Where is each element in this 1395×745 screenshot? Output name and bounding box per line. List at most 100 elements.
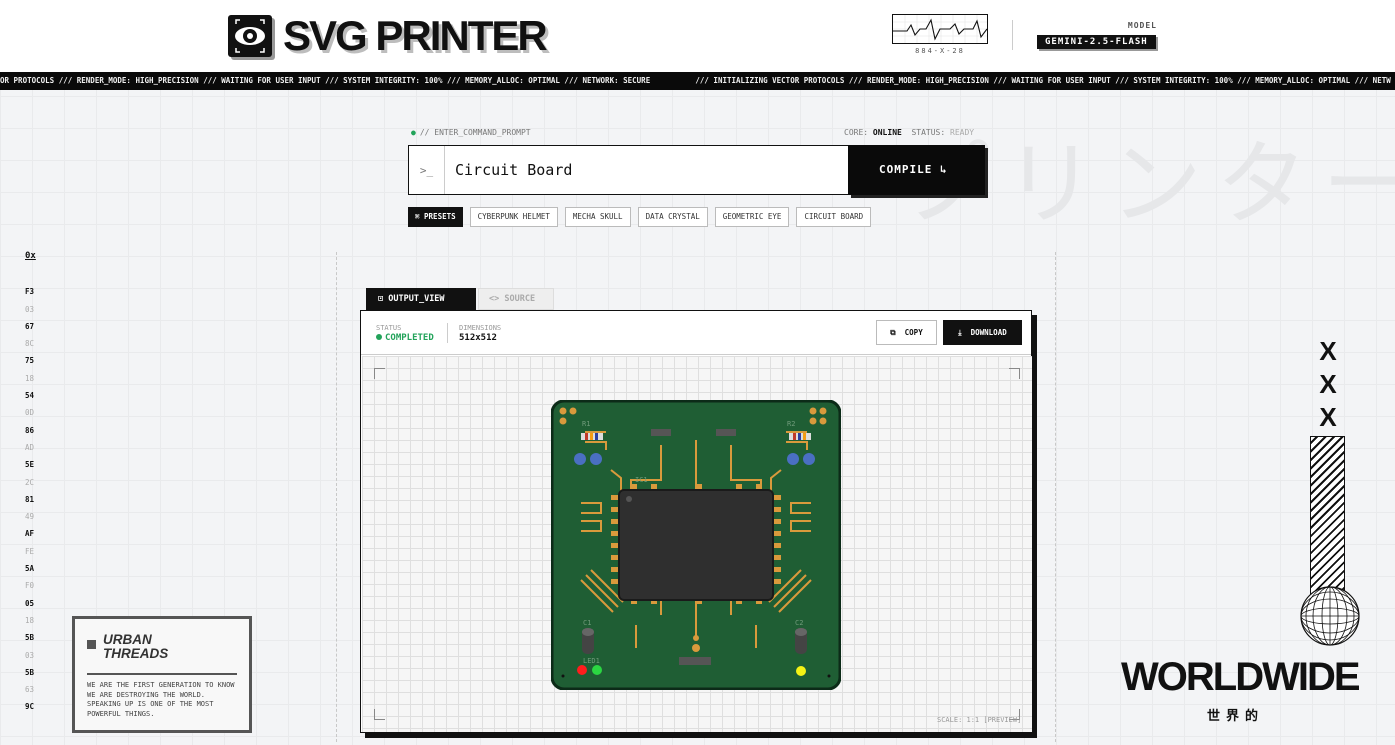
hex-value: 03 <box>25 650 35 660</box>
hex-value: 05 <box>25 598 35 608</box>
app-title: SVG PRINTER <box>283 12 548 59</box>
urban-title-text: URBAN THREADS <box>103 633 168 661</box>
download-button[interactable]: ⤓ DOWNLOAD <box>943 320 1022 345</box>
app-header: SVG PRINTER 884-X-28 MODEL GEMINI-2.5-FL… <box>0 0 1395 72</box>
svg-preview-canvas: R1 R2 IC1 C1 C2 LED1 SCALE: 1:1 [PREVIEW… <box>362 356 1032 732</box>
circuit-board-image: R1 R2 IC1 C1 C2 LED1 <box>550 399 842 694</box>
model-label: MODEL <box>1127 21 1157 30</box>
hex-value: 67 <box>25 321 35 331</box>
status-meta-label: STATUS <box>376 324 402 332</box>
image-icon: ⊡ <box>378 294 384 304</box>
hex-value: AF <box>25 529 35 539</box>
eye-icon <box>228 15 272 57</box>
x-mark: X <box>1319 336 1337 366</box>
core-value: ONLINE <box>872 128 902 137</box>
hex-value: 5B <box>25 667 35 677</box>
command-input-box: >_ Circuit Board <box>408 145 850 195</box>
frame-corner <box>374 368 385 379</box>
copy-label: COPY <box>904 328 923 337</box>
urban-title-line2: THREADS <box>103 646 169 661</box>
hex-value: 2C <box>25 477 35 487</box>
model-selector[interactable]: GEMINI-2.5-FLASH <box>1037 35 1156 49</box>
hex-value: 5A <box>25 564 35 574</box>
wireframe-globe-icon <box>1298 586 1362 652</box>
hex-value: 0D <box>25 408 35 418</box>
hex-value: 5B <box>25 633 35 643</box>
preset-mecha-skull[interactable]: MECHA SKULL <box>564 207 631 227</box>
x-mark: X <box>1319 402 1337 432</box>
tab-source-label: SOURCE <box>504 294 536 304</box>
hex-value: AD <box>25 442 35 452</box>
frame-corner <box>1009 368 1020 379</box>
worldwide-text: WORLDWIDE <box>1121 655 1361 699</box>
urban-threads-card: URBAN THREADS WE ARE THE FIRST GENERATIO… <box>72 616 252 733</box>
guide-line-left <box>336 252 337 742</box>
download-icon: ⤓ <box>958 328 962 337</box>
tab-output-view[interactable]: ⊡ OUTPUT_VIEW <box>366 288 476 310</box>
output-toolbar: STATUS COMPLETED DIMENSIONS 512x512 ⧉ CO… <box>361 311 1031 355</box>
square-icon <box>87 640 96 649</box>
command-input[interactable]: Circuit Board <box>455 161 572 179</box>
pcb-label-r2: R2 <box>787 420 795 428</box>
frame-corner <box>374 709 385 720</box>
hex-value: 8C <box>25 339 35 349</box>
ticker-lead: OR PROTOCOLS /// RENDER_MODE: HIGH_PRECI… <box>0 76 651 85</box>
hex-value: 86 <box>25 425 35 435</box>
waveform-code: 884-X-28 <box>915 47 965 55</box>
header-divider <box>1012 20 1013 50</box>
status-meta-value: COMPLETED <box>376 333 434 343</box>
hex-value: 18 <box>25 615 35 625</box>
scale-indicator: SCALE: 1:1 [PREVIEW] <box>937 716 1022 724</box>
hex-value: 54 <box>25 391 35 401</box>
compile-button[interactable]: COMPILE ↳ <box>848 145 985 195</box>
status-label: STATUS: <box>911 128 946 137</box>
hex-value: F0 <box>25 581 35 591</box>
command-label: ●// ENTER_COMMAND_PROMPT <box>411 128 531 137</box>
pcb-label-ic1: IC1 <box>635 476 648 484</box>
hex-value: 49 <box>25 512 35 522</box>
dimensions-value: 512x512 <box>459 333 497 343</box>
urban-divider <box>87 673 237 675</box>
hatched-bar <box>1310 436 1345 596</box>
urban-title: URBAN THREADS <box>87 633 237 661</box>
status-ticker: OR PROTOCOLS /// RENDER_MODE: HIGH_PRECI… <box>0 72 1395 90</box>
core-status: CORE: ONLINE STATUS: READY <box>844 128 974 137</box>
urban-title-line1: URBAN <box>103 632 152 647</box>
meta-divider <box>447 323 448 343</box>
status-value: READY <box>950 128 975 137</box>
hex-value: 81 <box>25 494 35 504</box>
hex-value: 9C <box>25 702 35 712</box>
tab-source[interactable]: <> SOURCE <box>478 288 554 310</box>
hex-header: 0x <box>25 251 36 261</box>
pcb-label-c1: C1 <box>583 619 591 627</box>
presets-label: ⌘ PRESETS <box>408 207 463 227</box>
pcb-label-c2: C2 <box>795 619 803 627</box>
status-dot-icon: ● <box>411 128 416 137</box>
hex-value: 63 <box>25 685 35 695</box>
x-mark: X <box>1319 369 1337 399</box>
preset-circuit-board[interactable]: CIRCUIT BOARD <box>796 207 872 227</box>
terminal-prompt-icon: >_ <box>409 146 445 194</box>
preset-cyberpunk-helmet[interactable]: CYBERPUNK HELMET <box>469 207 558 227</box>
ticker-text: /// INITIALIZING VECTOR PROTOCOLS /// RE… <box>695 76 1391 85</box>
pcb-label-led1: LED1 <box>583 657 600 665</box>
xxx-decor: X X X <box>1316 335 1340 434</box>
download-label: DOWNLOAD <box>970 328 1007 337</box>
dimensions-label: DIMENSIONS <box>459 324 502 332</box>
copy-icon: ⧉ <box>890 328 896 337</box>
pcb-label-r1: R1 <box>582 420 590 428</box>
waveform-graphic <box>892 14 988 44</box>
hex-value: 5E <box>25 460 35 470</box>
core-label: CORE: <box>844 128 869 137</box>
hex-column: 0x F3 03 67 8C 75 18 54 0D 86 AD 5E 2C 8… <box>25 248 36 716</box>
presets-row: ⌘ PRESETS CYBERPUNK HELMET MECHA SKULL D… <box>408 207 872 227</box>
hex-value: FE <box>25 546 35 556</box>
hex-value: F3 <box>25 287 35 297</box>
urban-body: WE ARE THE FIRST GENERATION TO KNOW WE A… <box>87 681 235 718</box>
code-icon: <> <box>489 294 500 304</box>
copy-button[interactable]: ⧉ COPY <box>876 320 937 345</box>
preset-data-crystal[interactable]: DATA CRYSTAL <box>637 207 708 227</box>
command-label-text: // ENTER_COMMAND_PROMPT <box>419 128 531 137</box>
preset-geometric-eye[interactable]: GEOMETRIC EYE <box>714 207 790 227</box>
hex-value: 75 <box>25 356 35 366</box>
